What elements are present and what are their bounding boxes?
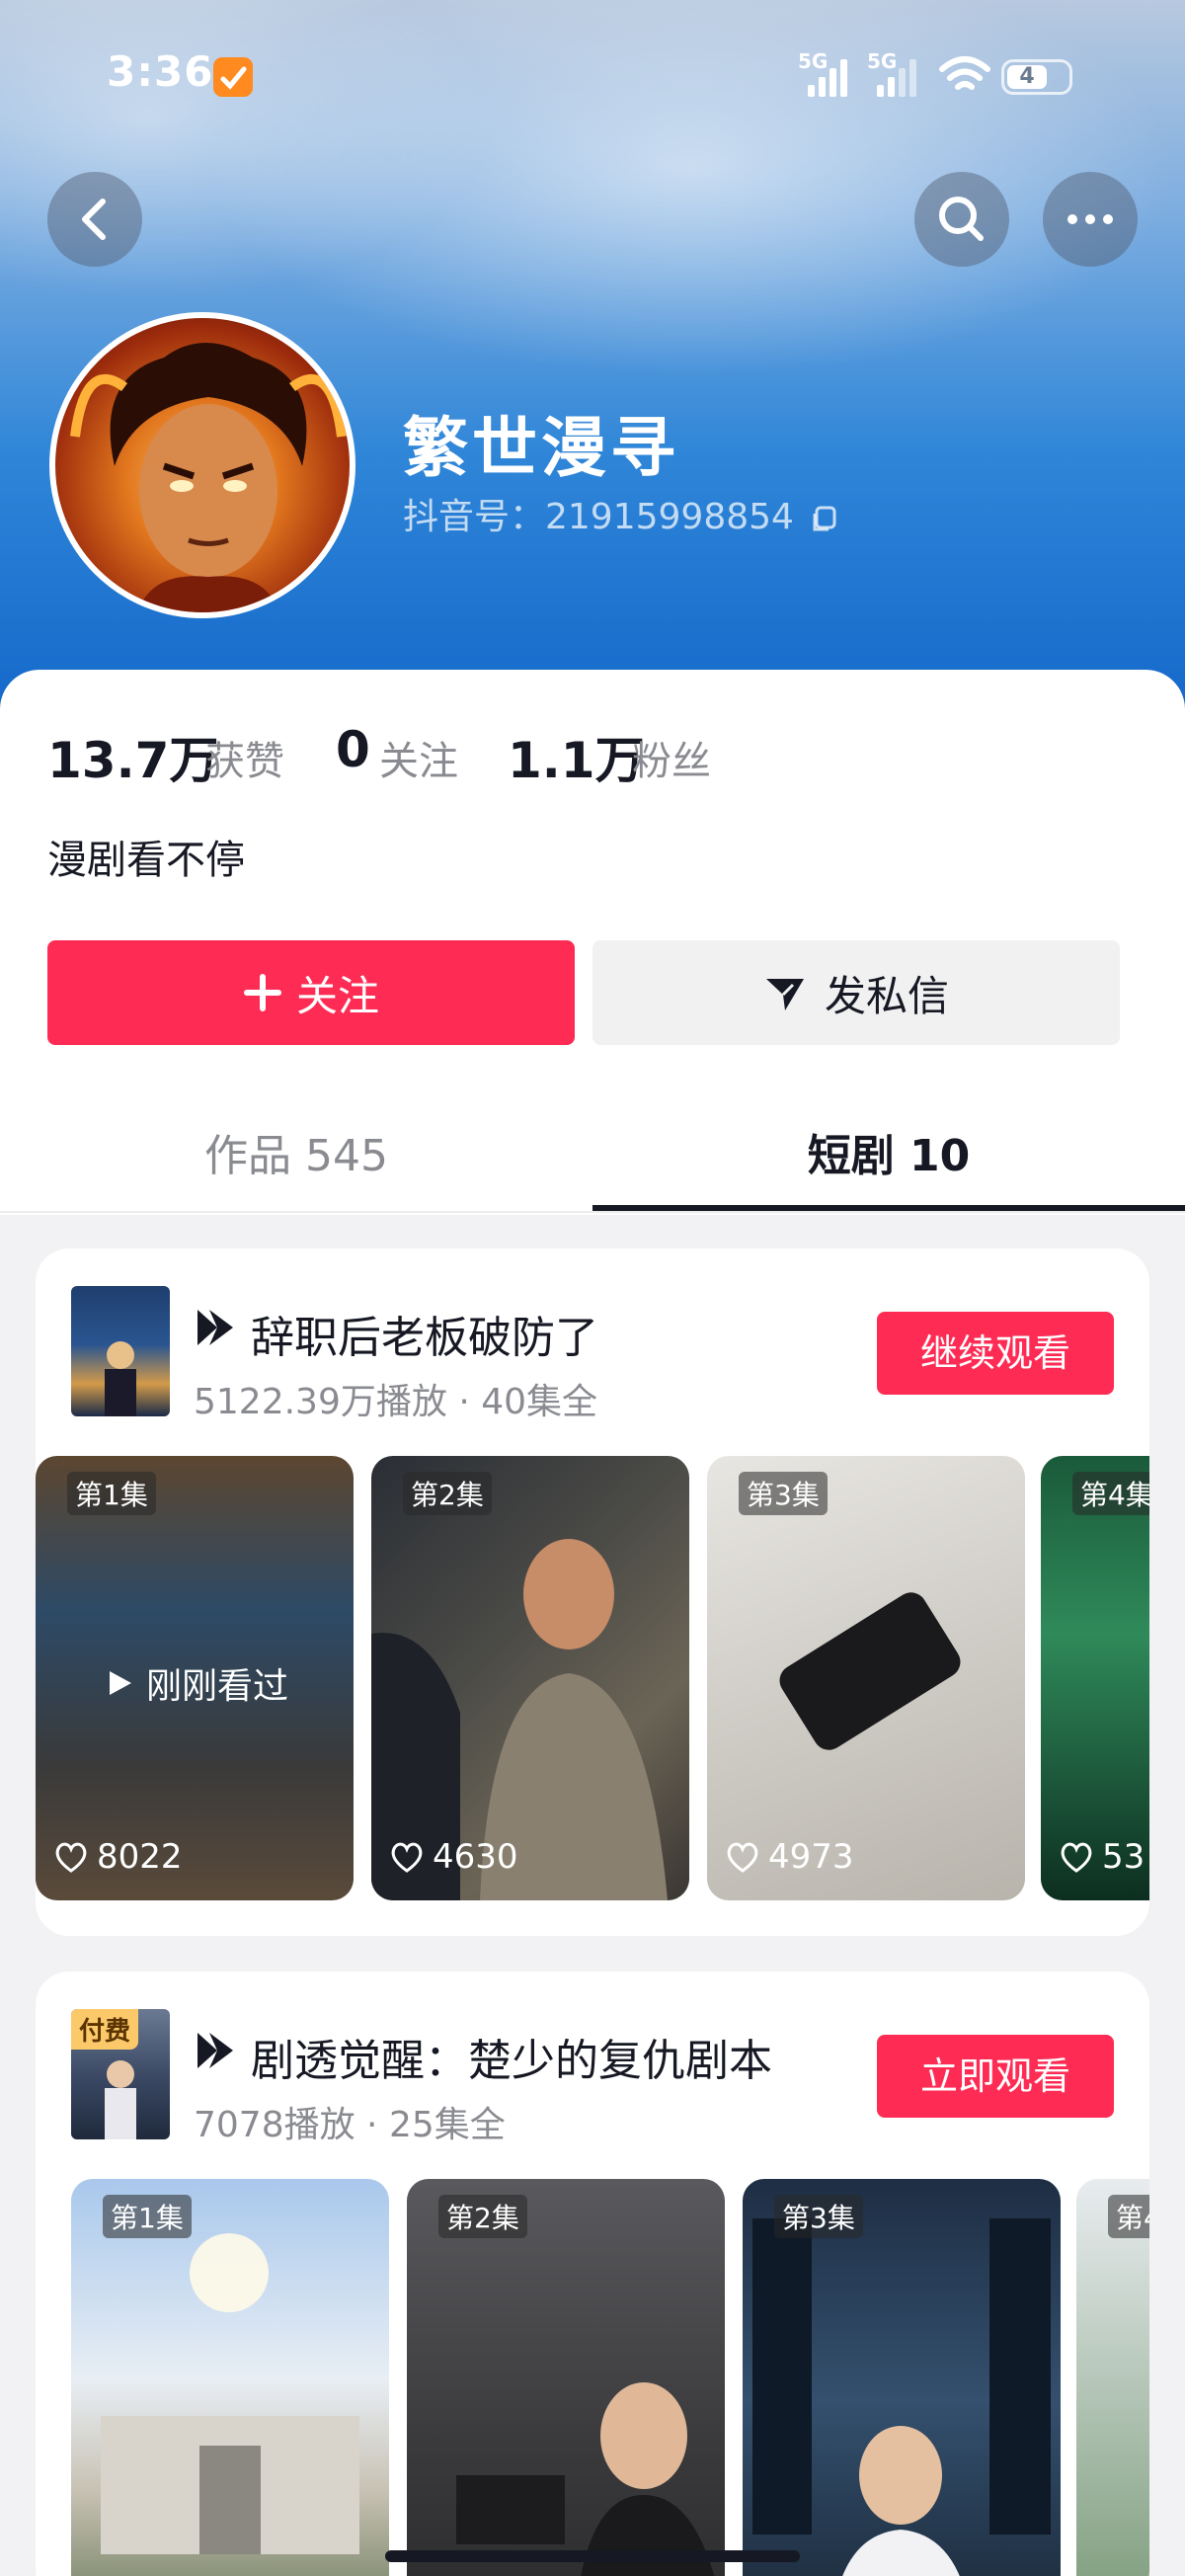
drama-title[interactable]: 剧透觉醒：楚少的复仇剧本 bbox=[251, 2025, 772, 2088]
drama-meta: 7078播放 · 25集全 bbox=[194, 2105, 506, 2145]
episode-scene bbox=[752, 2218, 1051, 2576]
plus-icon bbox=[243, 974, 281, 1011]
battery-icon: 4 bbox=[1001, 59, 1072, 95]
drama-card[interactable]: 付费 剧透觉醒：楚少的复仇剧本 7078播放 · 25集全 立即观看 第1集 第… bbox=[36, 1972, 1149, 2576]
episode-thumbnail[interactable]: 第2集 bbox=[407, 2179, 725, 2576]
following-count[interactable]: 0 bbox=[336, 721, 370, 778]
heart-icon bbox=[391, 1842, 423, 1873]
drama-card[interactable]: 辞职后老板破防了 5122.39万播放 · 40集全 继续观看 第1集 刚刚看过… bbox=[36, 1248, 1149, 1936]
episode-label: 第1集 bbox=[103, 2195, 192, 2238]
status-time: 3:36 bbox=[107, 47, 214, 96]
episode-thumbnail[interactable]: 第2集 4630 bbox=[371, 1456, 689, 1900]
heart-icon bbox=[55, 1842, 87, 1873]
search-button[interactable] bbox=[914, 172, 1009, 267]
episode-thumbnail[interactable]: 第3集 4973 bbox=[707, 1456, 1025, 1900]
episode-label: 第3集 bbox=[774, 2195, 863, 2238]
profile-name: 繁世漫寻 bbox=[403, 410, 679, 486]
followers-label[interactable]: 粉丝 bbox=[632, 729, 711, 786]
wifi-icon bbox=[939, 56, 990, 90]
tab-divider bbox=[0, 1211, 1185, 1213]
drama-meta: 5122.39万播放 · 40集全 bbox=[194, 1382, 598, 1422]
cover-illustration bbox=[105, 1341, 136, 1416]
search-icon bbox=[939, 197, 984, 241]
episode-likes: 53 bbox=[1059, 1837, 1145, 1877]
episode-label: 第2集 bbox=[403, 1472, 492, 1515]
follow-button[interactable]: 关注 bbox=[47, 940, 575, 1045]
episode-strip[interactable]: 第1集 第2集 第3集 第4 bbox=[71, 2179, 1149, 2576]
back-button[interactable] bbox=[47, 172, 142, 267]
heart-icon bbox=[1061, 1842, 1092, 1873]
avatar[interactable] bbox=[49, 312, 356, 618]
episode-likes: 4630 bbox=[389, 1837, 518, 1877]
episode-label: 第3集 bbox=[739, 1472, 828, 1515]
watch-now-button[interactable]: 立即观看 bbox=[877, 2035, 1114, 2118]
drama-cover[interactable] bbox=[71, 1286, 170, 1416]
message-button[interactable]: 发私信 bbox=[592, 940, 1120, 1045]
episode-thumbnail[interactable]: 第4 bbox=[1076, 2179, 1149, 2576]
episode-label: 第1集 bbox=[67, 1472, 156, 1515]
episode-scene bbox=[456, 2382, 715, 2576]
continue-watching-button[interactable]: 继续观看 bbox=[877, 1312, 1114, 1395]
drama-cover[interactable]: 付费 bbox=[71, 2009, 170, 2139]
episode-thumbnail[interactable]: 第1集 刚刚看过 8022 bbox=[36, 1456, 354, 1900]
tab-short-drama[interactable]: 短剧 10 bbox=[592, 1120, 1185, 1183]
episode-thumbnail[interactable]: 第3集 bbox=[743, 2179, 1061, 2576]
more-icon bbox=[1067, 214, 1113, 224]
episode-label: 第4 bbox=[1108, 2195, 1149, 2238]
douyin-id[interactable]: 抖音号：21915998854 bbox=[403, 488, 840, 539]
cellular-signal-icon-2: 5G bbox=[867, 49, 926, 97]
cellular-signal-icon: 5G bbox=[798, 49, 857, 97]
watched-label: 刚刚看过 bbox=[146, 1666, 289, 1707]
episode-scene bbox=[101, 2233, 359, 2554]
episode-likes: 8022 bbox=[53, 1837, 183, 1877]
episode-likes: 4973 bbox=[725, 1837, 854, 1877]
episode-thumbnail[interactable]: 第1集 bbox=[71, 2179, 389, 2576]
likes-count-label: 4630 bbox=[433, 1837, 518, 1877]
send-icon bbox=[765, 979, 804, 1010]
short-drama-icon bbox=[198, 1310, 233, 1345]
douyin-id-text: 抖音号：21915998854 bbox=[403, 497, 794, 537]
avatar-illustration bbox=[70, 343, 347, 612]
copy-icon[interactable] bbox=[811, 504, 840, 533]
likes-count-label: 4973 bbox=[768, 1837, 854, 1877]
episode-strip[interactable]: 第1集 刚刚看过 8022 第2集 4630 第3集 4973 第4集 53 bbox=[36, 1456, 1149, 1900]
likes-count: 13.7万 bbox=[47, 732, 219, 789]
episode-label: 第4集 bbox=[1072, 1472, 1149, 1515]
drama-title[interactable]: 辞职后老板破防了 bbox=[251, 1302, 598, 1365]
watched-indicator: 刚刚看过 bbox=[105, 1657, 288, 1709]
episode-label: 第2集 bbox=[438, 2195, 527, 2238]
heart-icon bbox=[727, 1842, 758, 1873]
following-label[interactable]: 关注 bbox=[379, 729, 458, 786]
home-indicator[interactable] bbox=[385, 2550, 800, 2562]
battery-level: 4 bbox=[1007, 65, 1047, 89]
short-drama-icon bbox=[198, 2033, 233, 2068]
episode-scene bbox=[371, 1539, 668, 1900]
notification-app-icon bbox=[213, 57, 253, 97]
likes-label: 获赞 bbox=[205, 739, 284, 784]
profile-bio: 漫剧看不停 bbox=[47, 838, 245, 883]
status-bar: 3:36 5G 5G 4 bbox=[0, 0, 1185, 148]
likes-count-label: 53 bbox=[1102, 1837, 1146, 1877]
tab-works[interactable]: 作品 545 bbox=[0, 1120, 592, 1183]
play-icon bbox=[110, 1671, 131, 1695]
followers-count[interactable]: 1.1万 bbox=[508, 721, 645, 792]
episode-scene bbox=[779, 1592, 961, 1750]
more-button[interactable] bbox=[1043, 172, 1138, 267]
episode-thumbnail[interactable]: 第4集 53 bbox=[1041, 1456, 1149, 1900]
likes-count-label: 8022 bbox=[97, 1837, 183, 1877]
message-button-label: 发私信 bbox=[824, 971, 949, 1020]
back-arrow-icon bbox=[82, 199, 106, 240]
paid-tag: 付费 bbox=[71, 2009, 139, 2050]
follow-button-label: 关注 bbox=[295, 971, 379, 1020]
